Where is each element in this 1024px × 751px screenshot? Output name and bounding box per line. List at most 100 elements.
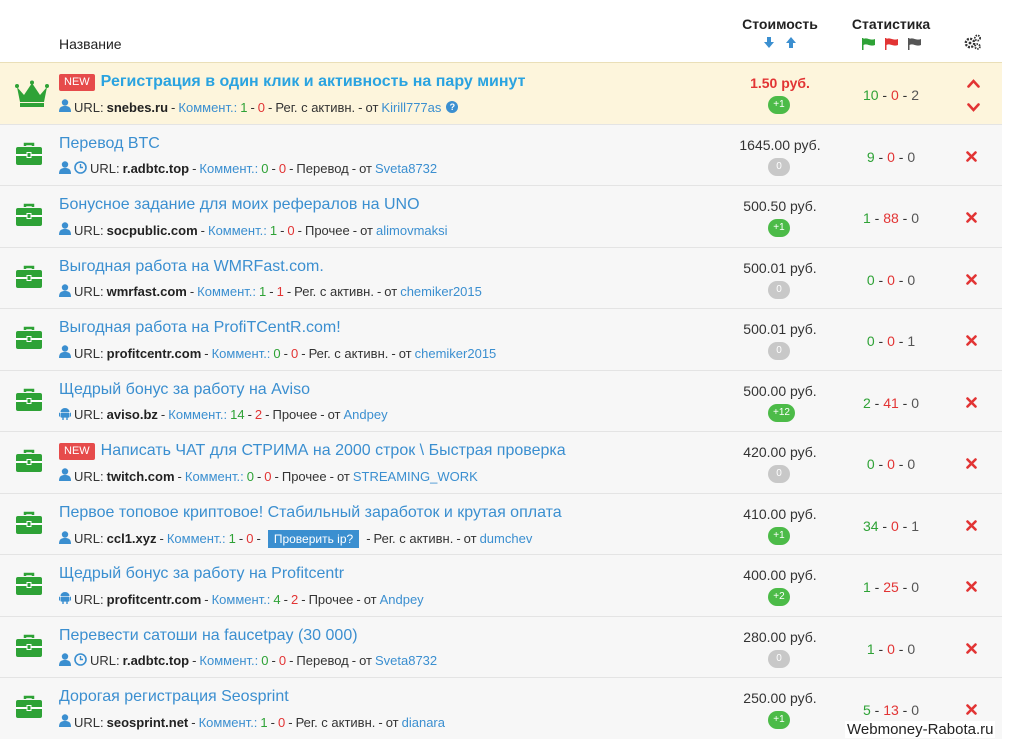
chevron-down-icon[interactable]	[967, 99, 980, 117]
sort-down-icon[interactable]	[763, 36, 775, 54]
stat-pending: 2	[911, 87, 920, 103]
task-title-line: Дорогая регистрация Seosprint	[59, 688, 289, 706]
task-title-link[interactable]: Дорогая регистрация Seosprint	[59, 688, 289, 706]
stat-rejected: 0	[887, 148, 895, 165]
sort-up-icon[interactable]	[785, 36, 797, 54]
task-title-link[interactable]: Щедрый бонус за работу на Profitcentr	[59, 565, 344, 583]
author-link[interactable]: Kirill777as	[381, 100, 441, 115]
comments-link[interactable]: Коммент.:	[178, 100, 237, 115]
task-title-line: Выгодная работа на ProfiTCentR.com!	[59, 319, 341, 337]
author-link[interactable]: Sveta8732	[375, 653, 437, 668]
close-icon[interactable]	[966, 641, 977, 659]
comments-negative: 0	[278, 653, 287, 668]
close-icon[interactable]	[966, 456, 977, 474]
url-label: URL:	[90, 161, 120, 176]
stat-rejected: 25	[883, 579, 899, 595]
user-icon	[59, 99, 71, 115]
comments-positive: 1	[260, 714, 268, 730]
author-link[interactable]: Sveta8732	[375, 161, 437, 176]
task-row: Первое топовое криптовое! Стабильный зар…	[0, 492, 1002, 554]
task-stats: 34 - 0 - 1	[862, 517, 920, 534]
task-title-link[interactable]: Перевести сатоши на faucetpay (30 000)	[59, 627, 358, 645]
url-label: URL:	[74, 99, 104, 115]
task-info-line: URL: socpublic.com - Коммент.: 1-0- Прочее - от…	[59, 222, 448, 238]
stat-rejected: 41	[883, 394, 899, 411]
comments-negative: 0	[246, 531, 254, 546]
comments-link[interactable]: Коммент.:	[185, 469, 244, 484]
chevron-up-icon[interactable]	[967, 75, 980, 93]
briefcase-icon	[15, 572, 43, 601]
author-link[interactable]: Andpey	[380, 592, 424, 607]
author-link[interactable]: chemiker2015	[400, 284, 482, 299]
task-title-link[interactable]: Регистрация в один клик и активность на …	[101, 73, 526, 91]
stat-rejected: 0	[887, 640, 895, 657]
stat-rejected: 13	[883, 702, 899, 718]
task-row: NEW Написать ЧАТ для СТРИМА на 2000 строк…	[0, 431, 1002, 493]
close-icon[interactable]	[966, 272, 977, 290]
author-link[interactable]: STREAMING_WORK	[353, 469, 478, 484]
gears-icon[interactable]	[964, 34, 982, 55]
author-link[interactable]: dianara	[402, 715, 445, 730]
task-info-line: URL: seosprint.net - Коммент.: 1-0- Рег. с ак…	[59, 714, 445, 730]
stat-approved: 0	[866, 456, 875, 472]
comments-link[interactable]: Коммент.:	[208, 223, 267, 238]
stat-approved: 5	[862, 702, 871, 718]
close-icon[interactable]	[966, 333, 977, 351]
task-url: wmrfast.com	[106, 284, 187, 299]
comments-link[interactable]: Коммент.:	[167, 531, 226, 546]
task-row: Щедрый бонус за работу на Aviso URL: aviso…	[0, 369, 1002, 431]
user-icon	[59, 345, 71, 361]
task-title-link[interactable]: Щедрый бонус за работу на Aviso	[59, 381, 310, 399]
column-stat-header: Статистика	[851, 16, 931, 32]
author-link[interactable]: dumchev	[480, 531, 533, 546]
task-type: Рег. с активн.	[295, 714, 376, 730]
comments-link[interactable]: Коммент.:	[212, 346, 271, 361]
stat-pending: 1	[907, 333, 916, 349]
close-icon[interactable]	[966, 149, 977, 167]
android-icon	[59, 591, 71, 607]
comments-link[interactable]: Коммент.:	[199, 161, 258, 176]
new-badge: NEW	[59, 442, 95, 460]
task-title-link[interactable]: Выгодная работа на WMRFast.com.	[59, 258, 324, 276]
comments-link[interactable]: Коммент.:	[197, 284, 256, 299]
task-title-link[interactable]: Перевод BTC	[59, 135, 160, 153]
red-flag-icon	[884, 37, 899, 55]
bonus-count-badge: 0	[768, 342, 790, 360]
close-icon[interactable]	[966, 518, 977, 536]
stat-pending: 0	[911, 579, 920, 595]
green-flag-icon	[861, 37, 876, 55]
from-label: от	[359, 653, 372, 668]
author-link[interactable]: Andpey	[344, 407, 388, 422]
close-icon[interactable]	[966, 395, 977, 413]
task-title-link[interactable]: Выгодная работа на ProfiTCentR.com!	[59, 319, 341, 337]
author-link[interactable]: alimovmaksi	[376, 223, 448, 238]
check-ip-button[interactable]: Проверить ip?	[267, 529, 360, 548]
task-stats: 1 - 25 - 0	[862, 579, 920, 595]
comments-positive: 0	[273, 345, 281, 361]
close-icon[interactable]	[966, 702, 977, 720]
bonus-count-badge: 0	[768, 649, 790, 668]
task-type: Рег. с активн.	[308, 345, 389, 361]
task-title-link[interactable]: Написать ЧАТ для СТРИМА на 2000 строк \ …	[101, 442, 566, 460]
task-type: Рег. с активн.	[275, 99, 356, 115]
briefcase-icon	[15, 634, 43, 663]
task-title-line: Щедрый бонус за работу на Aviso	[59, 381, 310, 399]
stat-pending: 0	[907, 456, 916, 472]
column-name-header[interactable]: Название	[59, 36, 122, 52]
task-info-line: URL: r.adbtc.top - Коммент.: 0-0- Перевод - от S…	[59, 160, 437, 177]
comments-positive: 14	[230, 407, 245, 422]
author-link[interactable]: chemiker2015	[415, 346, 497, 361]
close-icon[interactable]	[966, 579, 977, 597]
url-label: URL:	[74, 407, 104, 422]
comments-link[interactable]: Коммент.:	[212, 592, 271, 607]
task-info-line: URL: snebes.ru - Коммент.: 1-0- Рег. с активн…	[59, 99, 459, 115]
task-title-link[interactable]: Первое топовое криптовое! Стабильный зар…	[59, 504, 562, 522]
help-icon[interactable]: ?	[446, 101, 459, 113]
task-stats: 0 - 0 - 0	[866, 271, 916, 288]
close-icon[interactable]	[966, 210, 977, 228]
comments-positive: 1	[269, 222, 278, 238]
comments-link[interactable]: Коммент.:	[168, 407, 227, 422]
task-title-link[interactable]: Бонусное задание для моих рефералов на U…	[59, 196, 420, 214]
comments-link[interactable]: Коммент.:	[199, 715, 258, 730]
comments-link[interactable]: Коммент.:	[199, 653, 258, 668]
